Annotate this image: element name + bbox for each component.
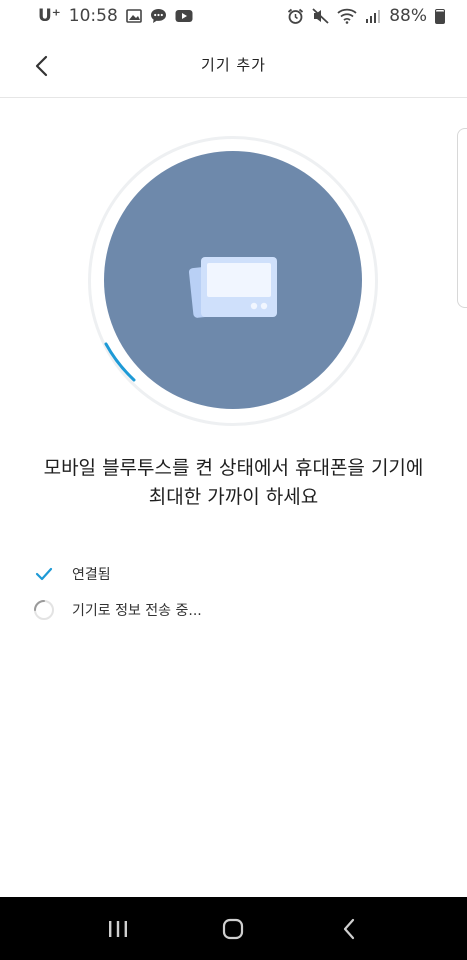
step-sending-info: 기기로 정보 전송 중... — [32, 592, 432, 628]
instruction-line-2: 최대한 가까이 하세요 — [148, 486, 319, 508]
gallery-icon — [125, 9, 142, 23]
back-nav-button[interactable] — [319, 904, 379, 954]
check-icon — [32, 562, 56, 586]
youtube-icon — [175, 10, 193, 22]
pairing-illustration — [88, 136, 378, 426]
app-bar: 기기 추가 — [0, 32, 467, 98]
system-nav-bar — [0, 897, 467, 960]
loading-spinner-icon — [32, 598, 56, 622]
back-arrow-icon — [344, 918, 355, 939]
instruction-text: 모바일 블루투스를 켠 상태에서 휴대폰을 기기에 최대한 가까이 하세요 — [10, 454, 457, 512]
carrier-label: U⁺ — [38, 6, 61, 26]
screen: U⁺ 10:58 88% 기기 추가 모바일 블루투스를 켠 상태에서 휴대폰을… — [0, 0, 467, 960]
status-bar-left: U⁺ 10:58 — [38, 6, 193, 26]
mute-icon — [312, 8, 329, 24]
status-bar: U⁺ 10:58 88% — [0, 0, 467, 32]
instruction-line-1: 모바일 블루투스를 켠 상태에서 휴대폰을 기기에 — [43, 457, 424, 479]
signal-icon — [366, 10, 381, 23]
step-label: 기기로 정보 전송 중... — [72, 603, 202, 619]
message-icon — [150, 9, 166, 23]
recent-apps-icon — [108, 920, 127, 937]
wifi-icon — [337, 8, 357, 24]
device-icon — [189, 257, 277, 318]
step-label: 연결됨 — [72, 567, 111, 583]
time-label: 10:58 — [68, 6, 118, 26]
home-button[interactable] — [203, 904, 263, 954]
status-bar-right: 88% — [287, 6, 445, 26]
step-connected: 연결됨 — [32, 556, 432, 592]
alarm-icon — [288, 8, 304, 24]
side-panel-handle[interactable] — [457, 128, 467, 308]
battery-icon — [435, 8, 445, 24]
recent-apps-button[interactable] — [88, 904, 148, 954]
connection-steps: 연결됨 기기로 정보 전송 중... — [32, 556, 432, 628]
page-title: 기기 추가 — [201, 56, 266, 74]
home-icon — [223, 918, 244, 939]
battery-label: 88% — [389, 6, 427, 26]
